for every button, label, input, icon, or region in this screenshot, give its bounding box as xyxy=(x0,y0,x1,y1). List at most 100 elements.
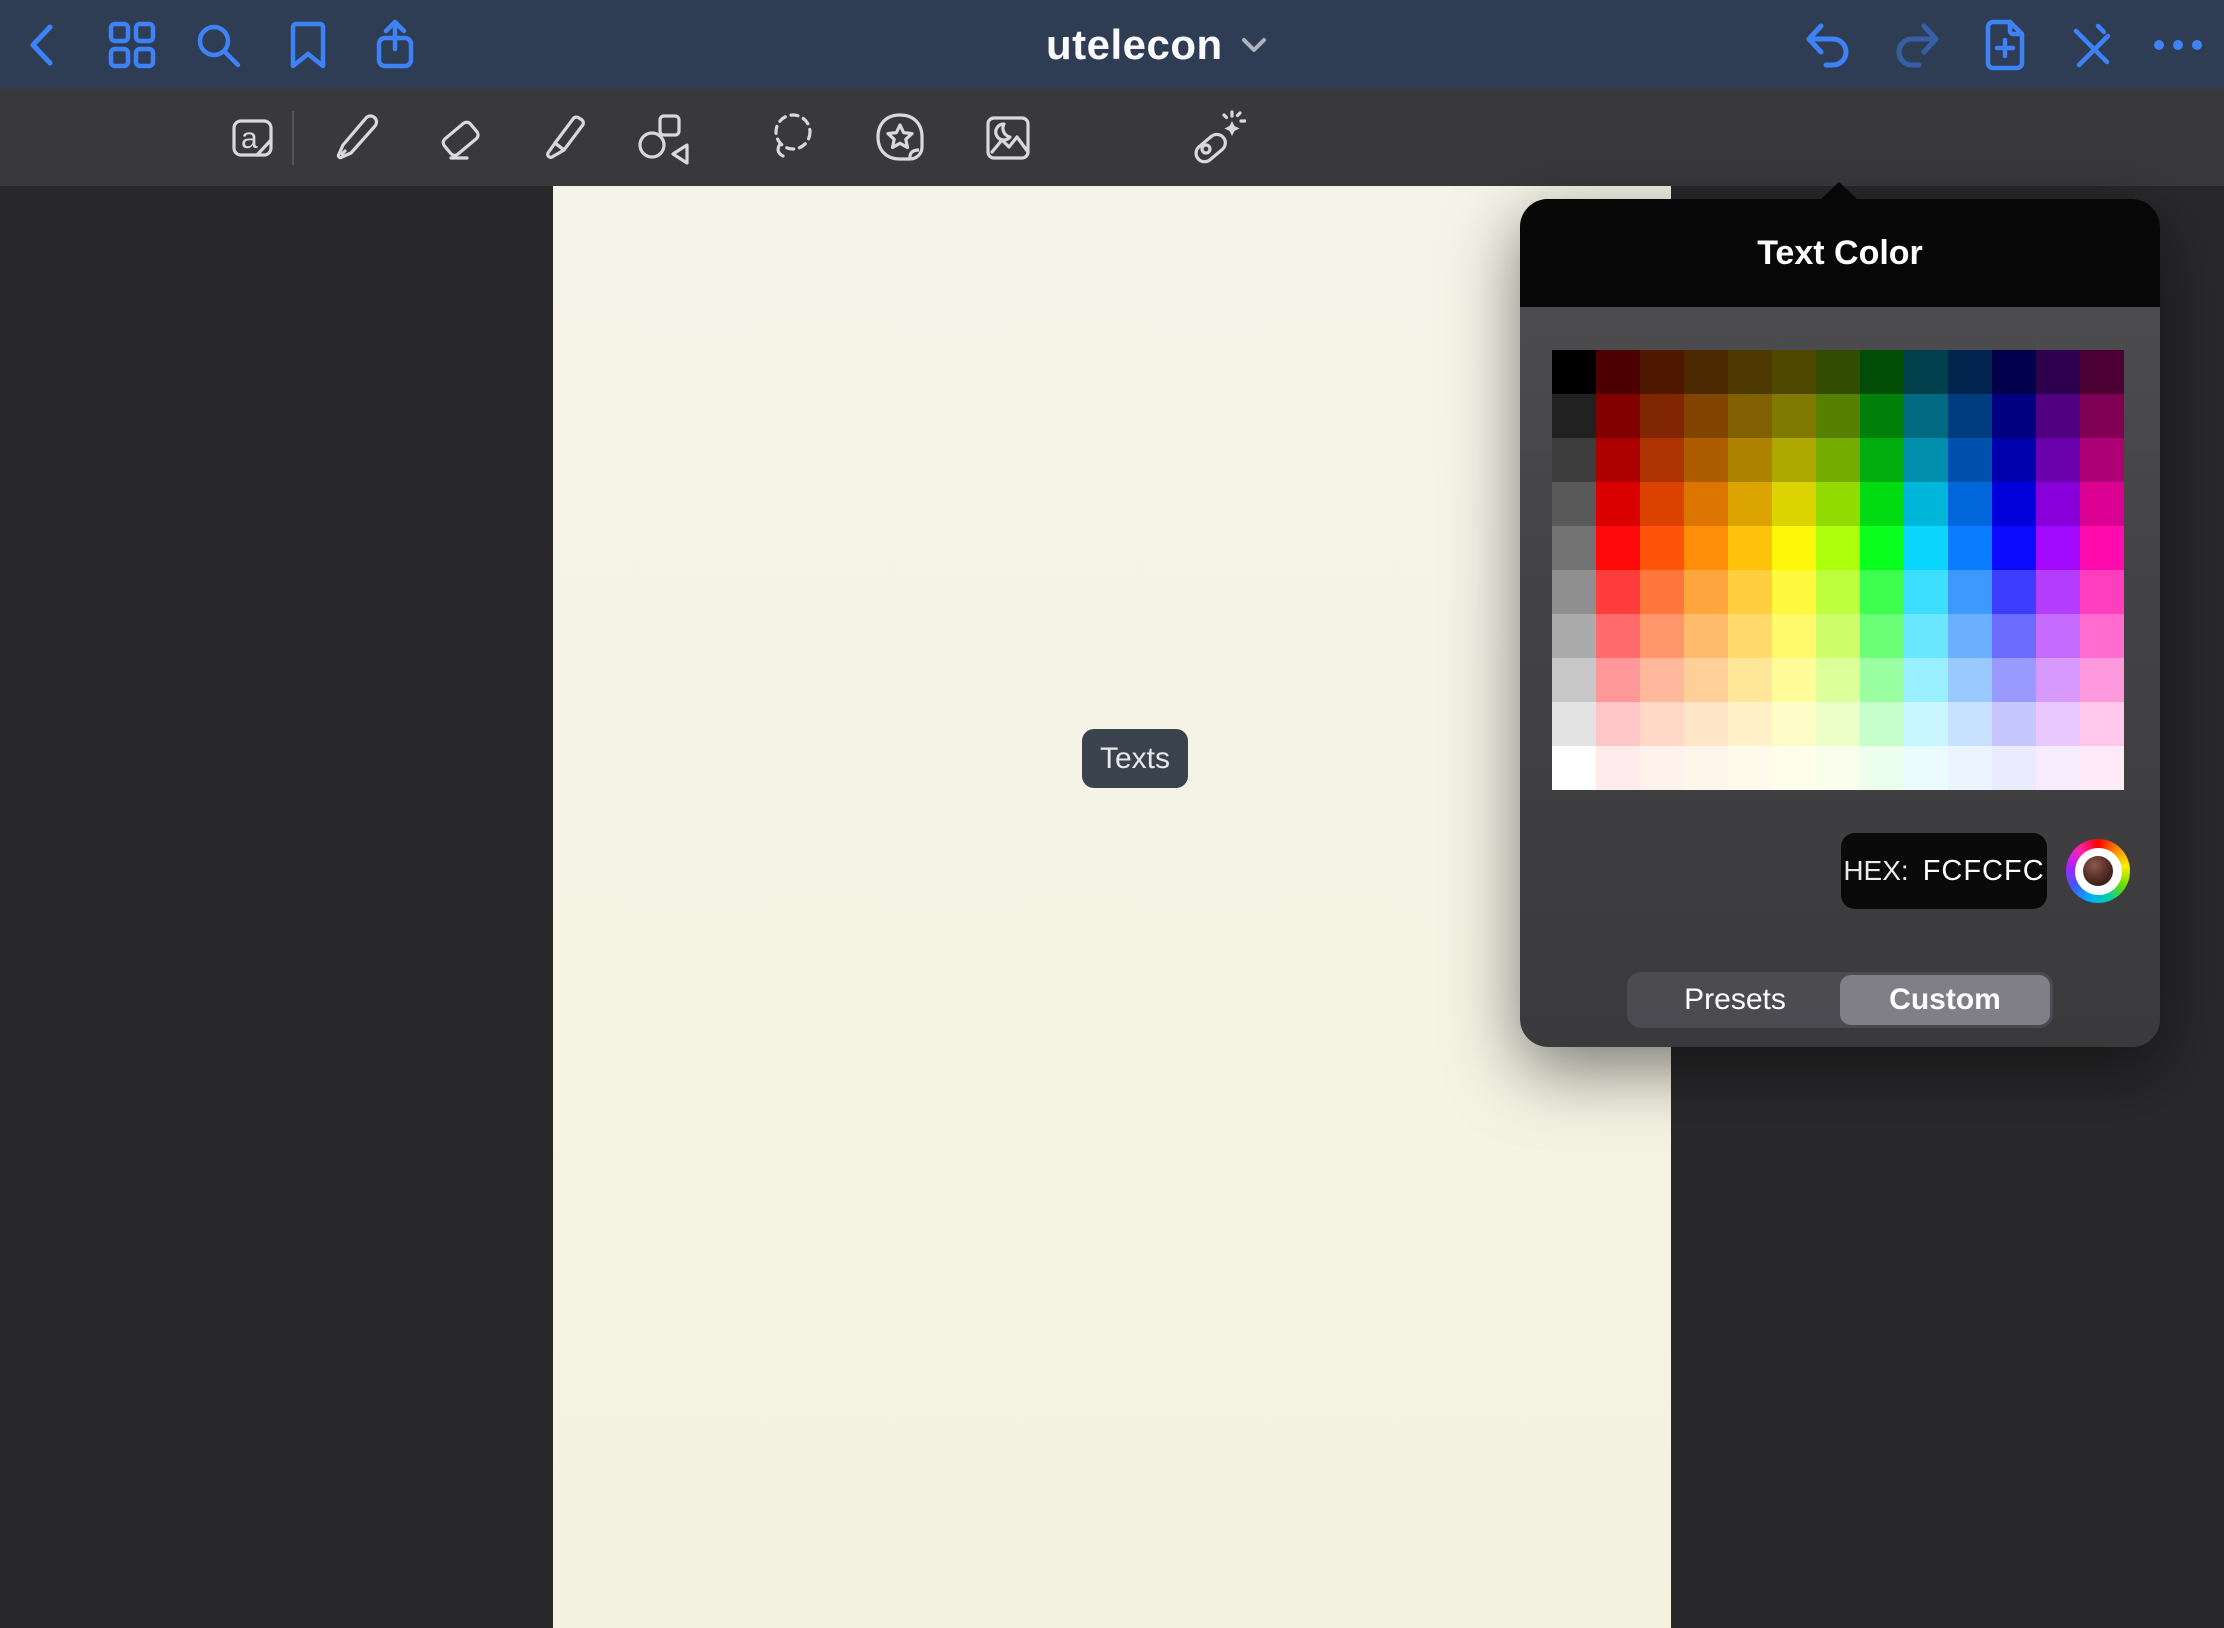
color-swatch[interactable] xyxy=(1552,570,1596,614)
color-swatch[interactable] xyxy=(1640,746,1684,790)
color-swatch[interactable] xyxy=(1728,394,1772,438)
color-swatch[interactable] xyxy=(1552,438,1596,482)
color-swatch[interactable] xyxy=(1860,482,1904,526)
color-swatch[interactable] xyxy=(1948,570,1992,614)
color-swatch[interactable] xyxy=(1772,482,1816,526)
color-swatch[interactable] xyxy=(1640,702,1684,746)
back-button[interactable] xyxy=(20,19,66,71)
color-swatch[interactable] xyxy=(2080,570,2124,614)
color-swatch[interactable] xyxy=(1904,614,1948,658)
tab-custom[interactable]: Custom xyxy=(1840,975,2050,1025)
color-swatch[interactable] xyxy=(1596,438,1640,482)
color-swatch[interactable] xyxy=(1684,482,1728,526)
color-swatch[interactable] xyxy=(1684,570,1728,614)
documents-grid-icon[interactable] xyxy=(107,20,157,70)
color-swatch[interactable] xyxy=(1552,394,1596,438)
color-swatch[interactable] xyxy=(1816,614,1860,658)
color-swatch[interactable] xyxy=(2080,702,2124,746)
color-swatch[interactable] xyxy=(1860,614,1904,658)
color-swatch[interactable] xyxy=(1948,438,1992,482)
hex-input[interactable]: HEX: FCFCFC xyxy=(1841,833,2047,909)
color-swatch[interactable] xyxy=(1992,394,2036,438)
color-swatch[interactable] xyxy=(1596,702,1640,746)
color-swatch[interactable] xyxy=(2080,658,2124,702)
color-swatch[interactable] xyxy=(1948,658,1992,702)
color-swatch[interactable] xyxy=(1860,746,1904,790)
color-swatch[interactable] xyxy=(1684,438,1728,482)
color-swatch[interactable] xyxy=(1992,702,2036,746)
color-swatch[interactable] xyxy=(1992,658,2036,702)
color-swatch[interactable] xyxy=(1772,570,1816,614)
color-swatch[interactable] xyxy=(1816,438,1860,482)
color-swatch[interactable] xyxy=(2036,658,2080,702)
color-swatch[interactable] xyxy=(1948,350,1992,394)
color-swatch[interactable] xyxy=(1728,658,1772,702)
color-swatch[interactable] xyxy=(1860,570,1904,614)
color-swatch[interactable] xyxy=(1860,394,1904,438)
eraser-tool[interactable] xyxy=(431,109,489,167)
color-swatch[interactable] xyxy=(1772,702,1816,746)
color-swatch[interactable] xyxy=(1684,702,1728,746)
color-swatch[interactable] xyxy=(1596,658,1640,702)
color-swatch[interactable] xyxy=(1772,438,1816,482)
color-swatch[interactable] xyxy=(1948,702,1992,746)
note-page[interactable]: Texts xyxy=(553,186,1671,1628)
color-swatch[interactable] xyxy=(2080,614,2124,658)
color-swatch[interactable] xyxy=(1816,482,1860,526)
color-swatch[interactable] xyxy=(1772,350,1816,394)
color-swatch[interactable] xyxy=(1904,658,1948,702)
color-swatch[interactable] xyxy=(1552,482,1596,526)
color-swatch[interactable] xyxy=(1596,482,1640,526)
color-swatch[interactable] xyxy=(1948,746,1992,790)
color-swatch[interactable] xyxy=(1948,394,1992,438)
color-swatch[interactable] xyxy=(1640,526,1684,570)
color-swatch[interactable] xyxy=(1816,526,1860,570)
tab-presets[interactable]: Presets xyxy=(1630,975,1840,1025)
color-swatch[interactable] xyxy=(1596,570,1640,614)
color-swatch[interactable] xyxy=(1772,746,1816,790)
color-swatch[interactable] xyxy=(1728,702,1772,746)
color-swatch[interactable] xyxy=(1816,394,1860,438)
color-swatch[interactable] xyxy=(2080,350,2124,394)
color-swatch[interactable] xyxy=(1596,526,1640,570)
color-swatch[interactable] xyxy=(1860,350,1904,394)
color-swatch[interactable] xyxy=(1904,570,1948,614)
color-swatch[interactable] xyxy=(1816,658,1860,702)
color-swatch[interactable] xyxy=(1992,614,2036,658)
color-swatch[interactable] xyxy=(2036,526,2080,570)
color-swatch[interactable] xyxy=(1992,482,2036,526)
color-swatch[interactable] xyxy=(2036,482,2080,526)
color-swatch[interactable] xyxy=(1728,350,1772,394)
document-title[interactable]: utelecon xyxy=(1046,0,1267,89)
color-swatch[interactable] xyxy=(2036,614,2080,658)
color-swatch[interactable] xyxy=(2080,526,2124,570)
color-swatch[interactable] xyxy=(1728,482,1772,526)
color-swatch[interactable] xyxy=(1904,746,1948,790)
color-swatch[interactable] xyxy=(1728,746,1772,790)
image-tool[interactable] xyxy=(980,110,1036,166)
color-swatch[interactable] xyxy=(1640,482,1684,526)
color-swatch[interactable] xyxy=(1772,526,1816,570)
color-swatch[interactable] xyxy=(2036,570,2080,614)
color-swatch[interactable] xyxy=(2080,438,2124,482)
color-swatch[interactable] xyxy=(2036,438,2080,482)
color-swatch[interactable] xyxy=(2080,746,2124,790)
color-swatch[interactable] xyxy=(1728,526,1772,570)
color-swatch[interactable] xyxy=(2036,702,2080,746)
color-swatch[interactable] xyxy=(1684,746,1728,790)
color-swatch[interactable] xyxy=(1992,438,2036,482)
color-swatch[interactable] xyxy=(1816,570,1860,614)
color-swatch[interactable] xyxy=(2036,394,2080,438)
color-swatch[interactable] xyxy=(1552,658,1596,702)
color-swatch[interactable] xyxy=(1552,702,1596,746)
color-swatch[interactable] xyxy=(1596,746,1640,790)
share-icon[interactable] xyxy=(371,18,419,72)
search-icon[interactable] xyxy=(193,20,243,70)
color-swatch[interactable] xyxy=(1596,614,1640,658)
color-swatch[interactable] xyxy=(2080,482,2124,526)
color-swatch[interactable] xyxy=(1816,746,1860,790)
color-swatch[interactable] xyxy=(1904,394,1948,438)
color-swatch[interactable] xyxy=(1860,526,1904,570)
color-swatch[interactable] xyxy=(1552,526,1596,570)
color-swatch[interactable] xyxy=(2080,394,2124,438)
